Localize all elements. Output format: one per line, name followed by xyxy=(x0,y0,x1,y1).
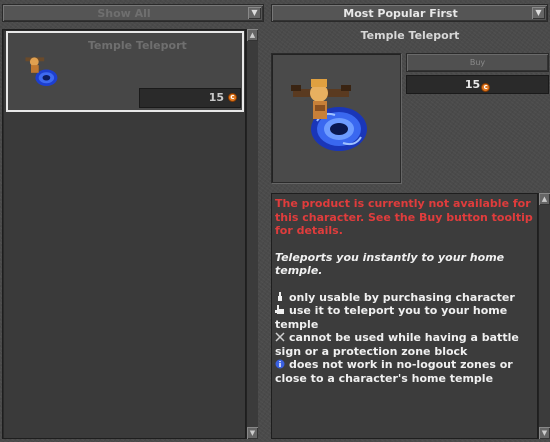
product-card-price-box: 15 c xyxy=(139,88,241,108)
chevron-down-icon[interactable]: ▼ xyxy=(532,7,545,19)
detail-price: 15 xyxy=(464,78,481,91)
coin-icon: c xyxy=(228,93,237,102)
product-card-name: Temple Teleport xyxy=(88,39,187,52)
description-scrollbar[interactable]: ▲ ▼ xyxy=(538,193,550,439)
product-description: Teleports you instantly to your home tem… xyxy=(275,250,505,278)
feature-item: only usable by purchasing character xyxy=(275,291,537,305)
feature-text: use it to teleport you to your home temp… xyxy=(275,304,508,331)
pointing-hand-icon xyxy=(278,291,282,301)
coin-icon: c xyxy=(481,83,491,92)
product-list-scrollbar[interactable]: ▲ ▼ xyxy=(246,29,258,439)
description-panel: The product is currently not available f… xyxy=(271,193,538,439)
feature-text: only usable by purchasing character xyxy=(289,290,515,304)
product-card-price: 15 xyxy=(208,91,224,104)
hand-icon xyxy=(275,305,284,314)
info-icon xyxy=(275,359,285,369)
sort-order-value: Most Popular First xyxy=(343,7,458,20)
category-filter-value: Show All xyxy=(97,7,151,20)
scroll-down-arrow-icon[interactable]: ▼ xyxy=(539,427,550,439)
sort-order-dropdown[interactable]: Most Popular First ▼ xyxy=(271,4,548,22)
scroll-up-arrow-icon[interactable]: ▲ xyxy=(539,193,550,205)
feature-text: does not work in no-logout zones or clos… xyxy=(275,358,513,385)
crossed-swords-icon xyxy=(275,332,285,342)
feature-item: cannot be used while having a battle sig… xyxy=(275,331,537,358)
detail-title: Temple Teleport xyxy=(360,29,460,42)
chevron-down-icon[interactable]: ▼ xyxy=(248,7,261,19)
price-display: 15 c xyxy=(406,75,549,94)
scroll-down-arrow-icon[interactable]: ▼ xyxy=(247,427,258,439)
feature-text: cannot be used while having a battle sig… xyxy=(275,331,519,358)
product-image-frame xyxy=(271,53,401,183)
feature-item: does not work in no-logout zones or clos… xyxy=(275,358,537,385)
temple-teleport-icon xyxy=(25,57,58,86)
product-card-temple-teleport[interactable]: Temple Teleport 15 c xyxy=(6,31,244,112)
category-filter-dropdown[interactable]: Show All ▼ xyxy=(2,4,264,22)
availability-warning: The product is currently not available f… xyxy=(275,197,533,237)
scroll-up-arrow-icon[interactable]: ▲ xyxy=(247,29,258,41)
feature-item: use it to teleport you to your home temp… xyxy=(275,304,537,331)
buy-button[interactable]: Buy xyxy=(406,53,549,72)
temple-teleport-icon xyxy=(291,79,367,151)
